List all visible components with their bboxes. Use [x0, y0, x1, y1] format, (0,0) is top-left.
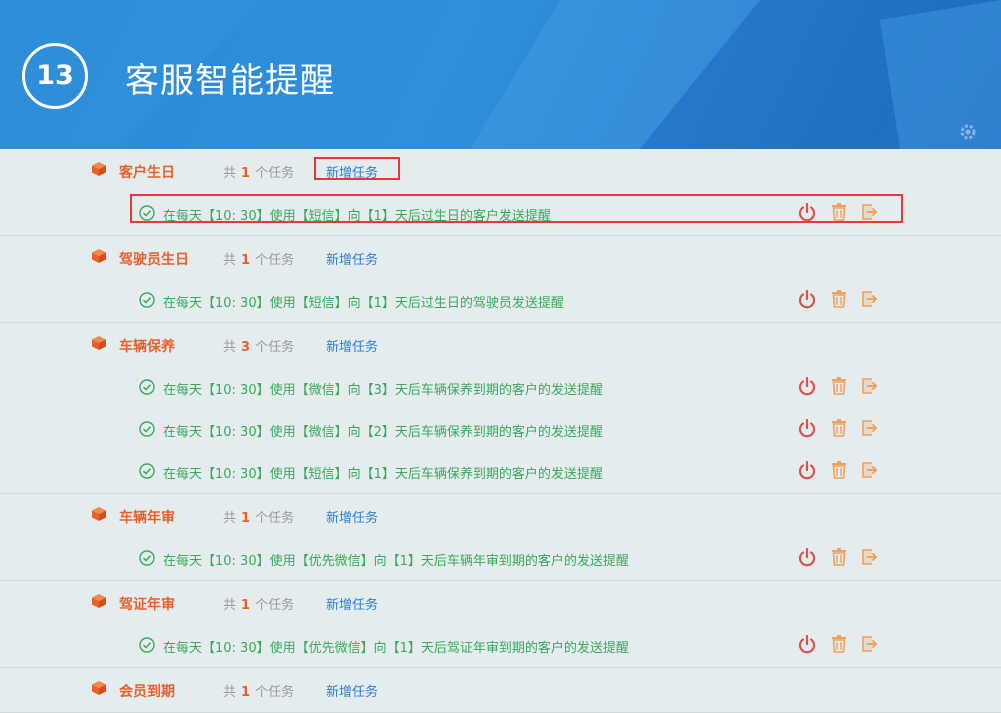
step-number-badge: 13 — [22, 43, 88, 109]
page-header: 13 客服智能提醒 — [0, 0, 1001, 149]
cube-icon — [92, 681, 106, 695]
task-count-number: 1 — [241, 511, 251, 526]
trash-icon[interactable] — [829, 289, 849, 309]
section-title: 会员到期 — [119, 684, 175, 700]
section-title: 客户生日 — [119, 165, 175, 181]
power-icon[interactable] — [797, 376, 817, 396]
section-header: 车辆年审 共 1 个任务 新增任务 — [0, 494, 1001, 538]
add-task-link[interactable]: 新增任务 — [326, 681, 378, 700]
section-header: 车辆保养 共 3 个任务 新增任务 — [0, 323, 1001, 367]
add-task-link[interactable]: 新增任务 — [326, 336, 378, 355]
section-header: 驾证年审 共 1 个任务 新增任务 — [0, 581, 1001, 625]
gear-icon[interactable] — [958, 122, 978, 142]
trash-icon[interactable] — [829, 376, 849, 396]
exit-icon[interactable] — [860, 460, 880, 480]
cube-icon — [92, 162, 106, 176]
task-row: 在每天【10: 30】使用【短信】向【1】天后过生日的驾驶员发送提醒 — [0, 280, 1001, 322]
power-icon[interactable] — [797, 634, 817, 654]
exit-icon[interactable] — [860, 418, 880, 438]
add-task-link[interactable]: 新增任务 — [326, 249, 378, 268]
cube-icon — [92, 507, 106, 521]
check-circle-icon — [139, 421, 155, 437]
power-icon[interactable] — [797, 418, 817, 438]
reminder-section: 驾证年审 共 1 个任务 新增任务 在每天【10: 30】使用【优先微信】向【1】天… — [0, 581, 1001, 668]
task-count-number: 1 — [241, 598, 251, 613]
page-title: 客服智能提醒 — [125, 61, 335, 101]
task-count-number: 1 — [241, 166, 251, 181]
reminder-section: 会员到期 共 1 个任务 新增任务 — [0, 668, 1001, 713]
trash-icon[interactable] — [829, 634, 849, 654]
highlight-task-row — [130, 194, 903, 223]
task-count: 共 1 个任务 — [223, 685, 295, 700]
task-row: 在每天【10: 30】使用【优先微信】向【1】天后驾证年审到期的客户的发送提醒 — [0, 625, 1001, 667]
exit-icon[interactable] — [860, 289, 880, 309]
highlight-add-task — [314, 157, 400, 180]
task-count-number: 1 — [241, 685, 251, 700]
reminder-section: 车辆年审 共 1 个任务 新增任务 在每天【10: 30】使用【优先微信】向【1】天… — [0, 494, 1001, 581]
reminder-section: 车辆保养 共 3 个任务 新增任务 在每天【10: 30】使用【微信】向【3】天后车… — [0, 323, 1001, 494]
add-task-link[interactable]: 新增任务 — [326, 507, 378, 526]
task-description: 在每天【10: 30】使用【短信】向【1】天后过生日的驾驶员发送提醒 — [163, 296, 564, 311]
trash-icon[interactable] — [829, 418, 849, 438]
power-icon[interactable] — [797, 460, 817, 480]
task-row: 在每天【10: 30】使用【短信】向【1】天后车辆保养到期的客户的发送提醒 — [0, 451, 1001, 493]
exit-icon[interactable] — [860, 547, 880, 567]
task-count-number: 1 — [241, 253, 251, 268]
exit-icon[interactable] — [860, 634, 880, 654]
reminder-list: 客户生日 共 1 个任务 新增任务 在每天【10: 30】使用【短信】向【1】天后过… — [0, 149, 1001, 713]
section-header: 驾驶员生日 共 1 个任务 新增任务 — [0, 236, 1001, 280]
task-row: 在每天【10: 30】使用【微信】向【3】天后车辆保养到期的客户的发送提醒 — [0, 367, 1001, 409]
section-header: 会员到期 共 1 个任务 新增任务 — [0, 668, 1001, 712]
task-description: 在每天【10: 30】使用【微信】向【2】天后车辆保养到期的客户的发送提醒 — [163, 425, 603, 440]
section-title: 驾证年审 — [119, 597, 175, 613]
exit-icon[interactable] — [860, 376, 880, 396]
section-header: 客户生日 共 1 个任务 新增任务 — [0, 149, 1001, 193]
section-title: 车辆保养 — [119, 339, 175, 355]
task-description: 在每天【10: 30】使用【优先微信】向【1】天后车辆年审到期的客户的发送提醒 — [163, 554, 629, 569]
task-count: 共 1 个任务 — [223, 511, 295, 526]
check-circle-icon — [139, 550, 155, 566]
check-circle-icon — [139, 292, 155, 308]
task-count: 共 1 个任务 — [223, 598, 295, 613]
reminder-section: 驾驶员生日 共 1 个任务 新增任务 在每天【10: 30】使用【短信】向【1】天后… — [0, 236, 1001, 323]
section-title: 驾驶员生日 — [119, 252, 189, 268]
add-task-link[interactable]: 新增任务 — [326, 594, 378, 613]
task-count: 共 1 个任务 — [223, 166, 295, 181]
cube-icon — [92, 249, 106, 263]
task-description: 在每天【10: 30】使用【微信】向【3】天后车辆保养到期的客户的发送提醒 — [163, 383, 603, 398]
check-circle-icon — [139, 379, 155, 395]
task-count: 共 1 个任务 — [223, 253, 295, 268]
task-count-number: 3 — [241, 340, 251, 355]
power-icon[interactable] — [797, 289, 817, 309]
check-circle-icon — [139, 463, 155, 479]
section-title: 车辆年审 — [119, 510, 175, 526]
task-row: 在每天【10: 30】使用【优先微信】向【1】天后车辆年审到期的客户的发送提醒 — [0, 538, 1001, 580]
check-circle-icon — [139, 637, 155, 653]
trash-icon[interactable] — [829, 547, 849, 567]
task-description: 在每天【10: 30】使用【短信】向【1】天后车辆保养到期的客户的发送提醒 — [163, 467, 603, 482]
task-row: 在每天【10: 30】使用【微信】向【2】天后车辆保养到期的客户的发送提醒 — [0, 409, 1001, 451]
trash-icon[interactable] — [829, 460, 849, 480]
cube-icon — [92, 594, 106, 608]
task-count: 共 3 个任务 — [223, 340, 295, 355]
task-description: 在每天【10: 30】使用【优先微信】向【1】天后驾证年审到期的客户的发送提醒 — [163, 641, 629, 656]
cube-icon — [92, 336, 106, 350]
power-icon[interactable] — [797, 547, 817, 567]
